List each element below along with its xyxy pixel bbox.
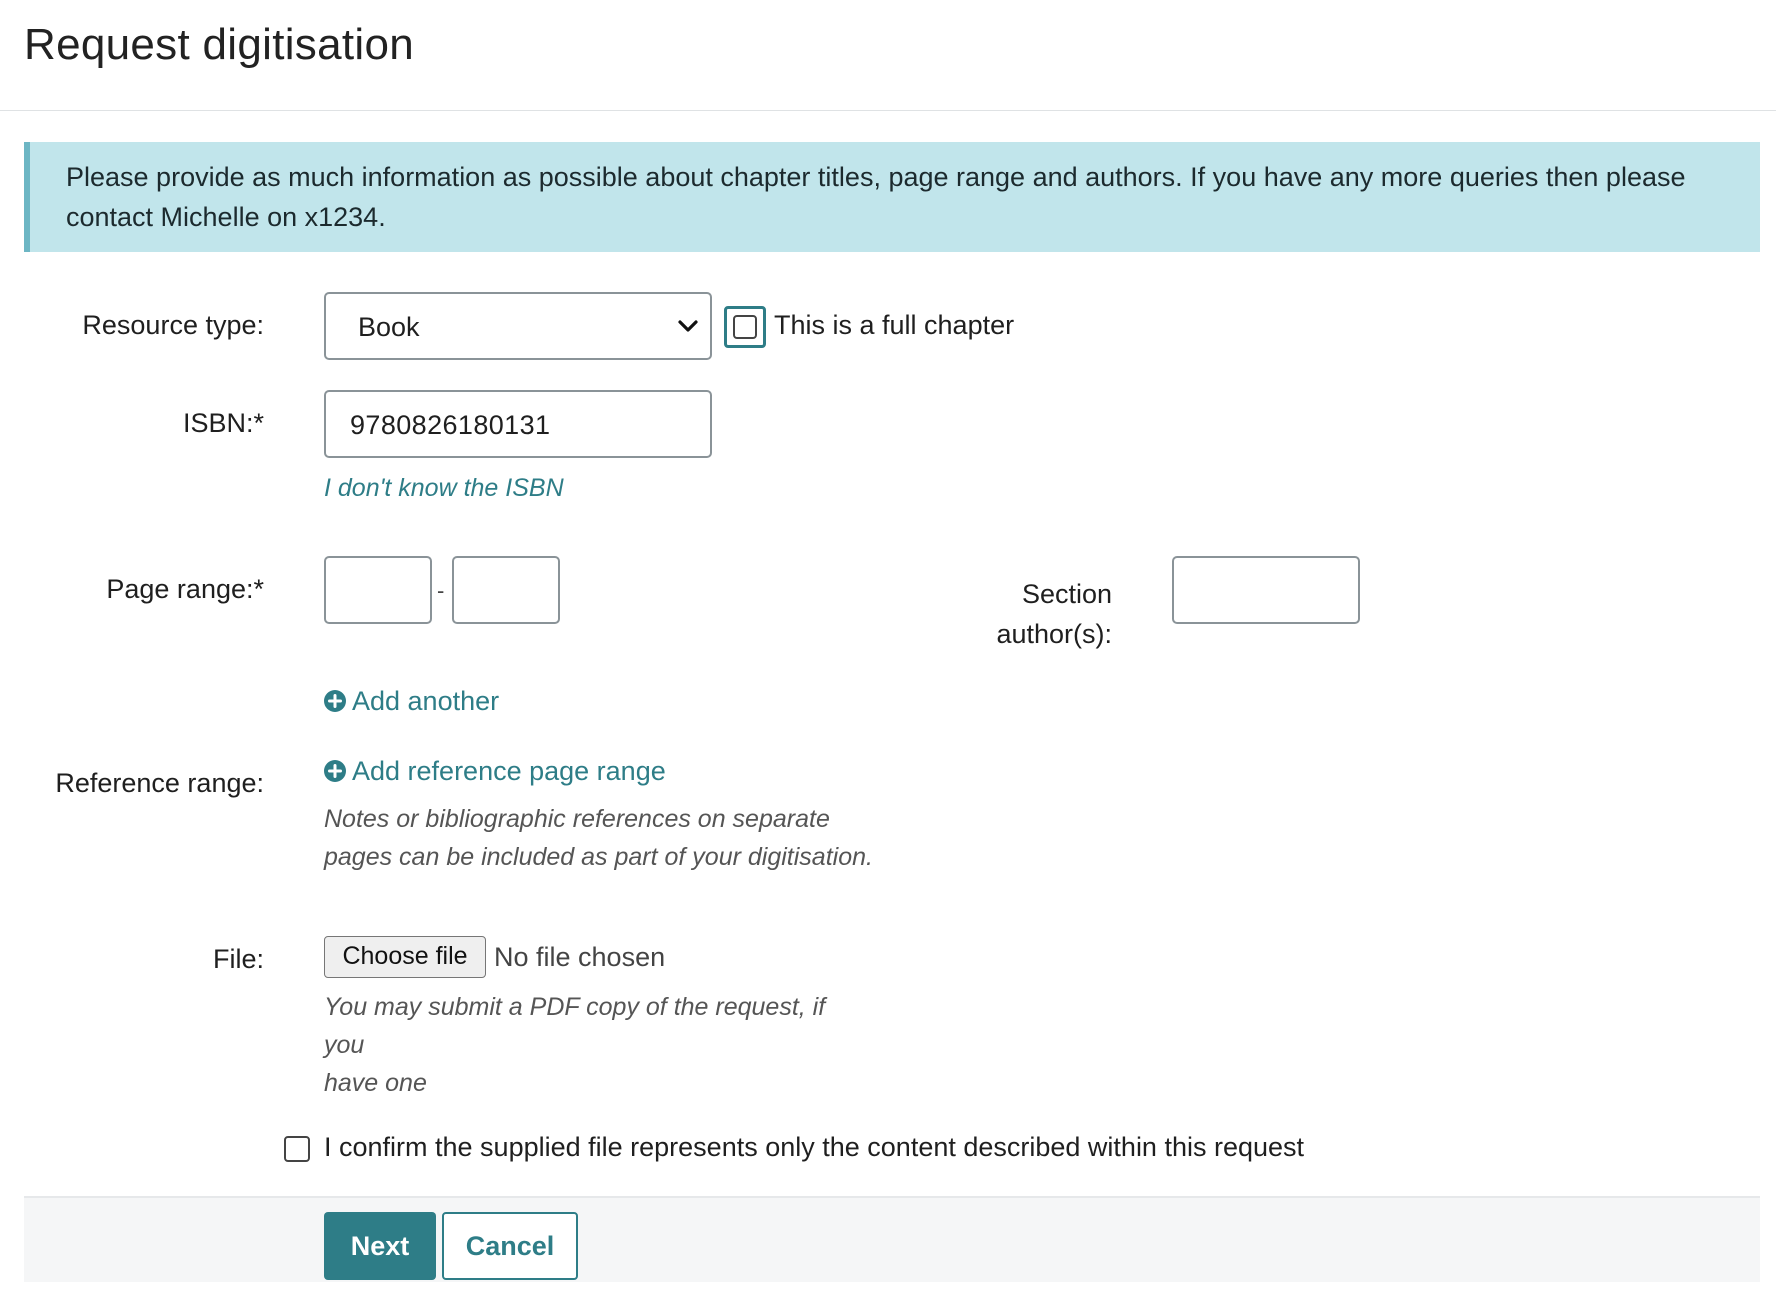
full-chapter-checkbox-box xyxy=(733,315,757,339)
page-range-label: Page range:* xyxy=(106,574,264,604)
title-divider xyxy=(0,110,1776,111)
plus-circle-icon xyxy=(324,760,346,782)
resource-type-label: Resource type: xyxy=(82,310,264,340)
notice-text: Please provide as much information as po… xyxy=(66,162,1686,232)
next-button[interactable]: Next xyxy=(324,1212,436,1280)
resource-type-select[interactable]: Book xyxy=(324,292,712,360)
file-status: No file chosen xyxy=(494,942,666,972)
full-chapter-checkbox[interactable] xyxy=(724,306,766,348)
isbn-label: ISBN:* xyxy=(182,408,264,438)
reference-range-help: Notes or bibliographic references on sep… xyxy=(324,805,873,871)
isbn-value: 9780826180131 xyxy=(350,410,551,440)
page-range-to-input[interactable] xyxy=(452,556,560,624)
add-reference-page-range-link[interactable]: Add reference page range xyxy=(324,756,666,787)
plus-circle-icon xyxy=(324,690,346,712)
cancel-button[interactable]: Cancel xyxy=(442,1212,578,1280)
confirm-label[interactable]: I confirm the supplied file represents o… xyxy=(324,1132,1304,1163)
unknown-isbn-link[interactable]: I don't know the ISBN xyxy=(324,474,564,503)
isbn-input[interactable]: 9780826180131 xyxy=(324,390,712,458)
full-chapter-label[interactable]: This is a full chapter xyxy=(774,310,1014,341)
choose-file-button[interactable]: Choose file xyxy=(324,936,486,978)
resource-type-value: Book xyxy=(358,312,420,342)
confirm-checkbox[interactable] xyxy=(284,1136,310,1162)
section-authors-input[interactable] xyxy=(1172,556,1360,624)
reference-range-label: Reference range: xyxy=(55,768,264,798)
file-help: You may submit a PDF copy of the request… xyxy=(324,993,826,1097)
info-notice: Please provide as much information as po… xyxy=(24,142,1760,252)
form-footer xyxy=(24,1196,1760,1282)
add-another-page-range-link[interactable]: Add another xyxy=(324,686,499,717)
page-title: Request digitisation xyxy=(24,20,415,69)
page-range-from-input[interactable] xyxy=(324,556,432,624)
page-range-separator: - xyxy=(437,578,445,603)
chevron-down-icon xyxy=(678,320,698,332)
section-authors-label: Section author(s): xyxy=(996,579,1112,649)
file-label: File: xyxy=(212,944,264,974)
